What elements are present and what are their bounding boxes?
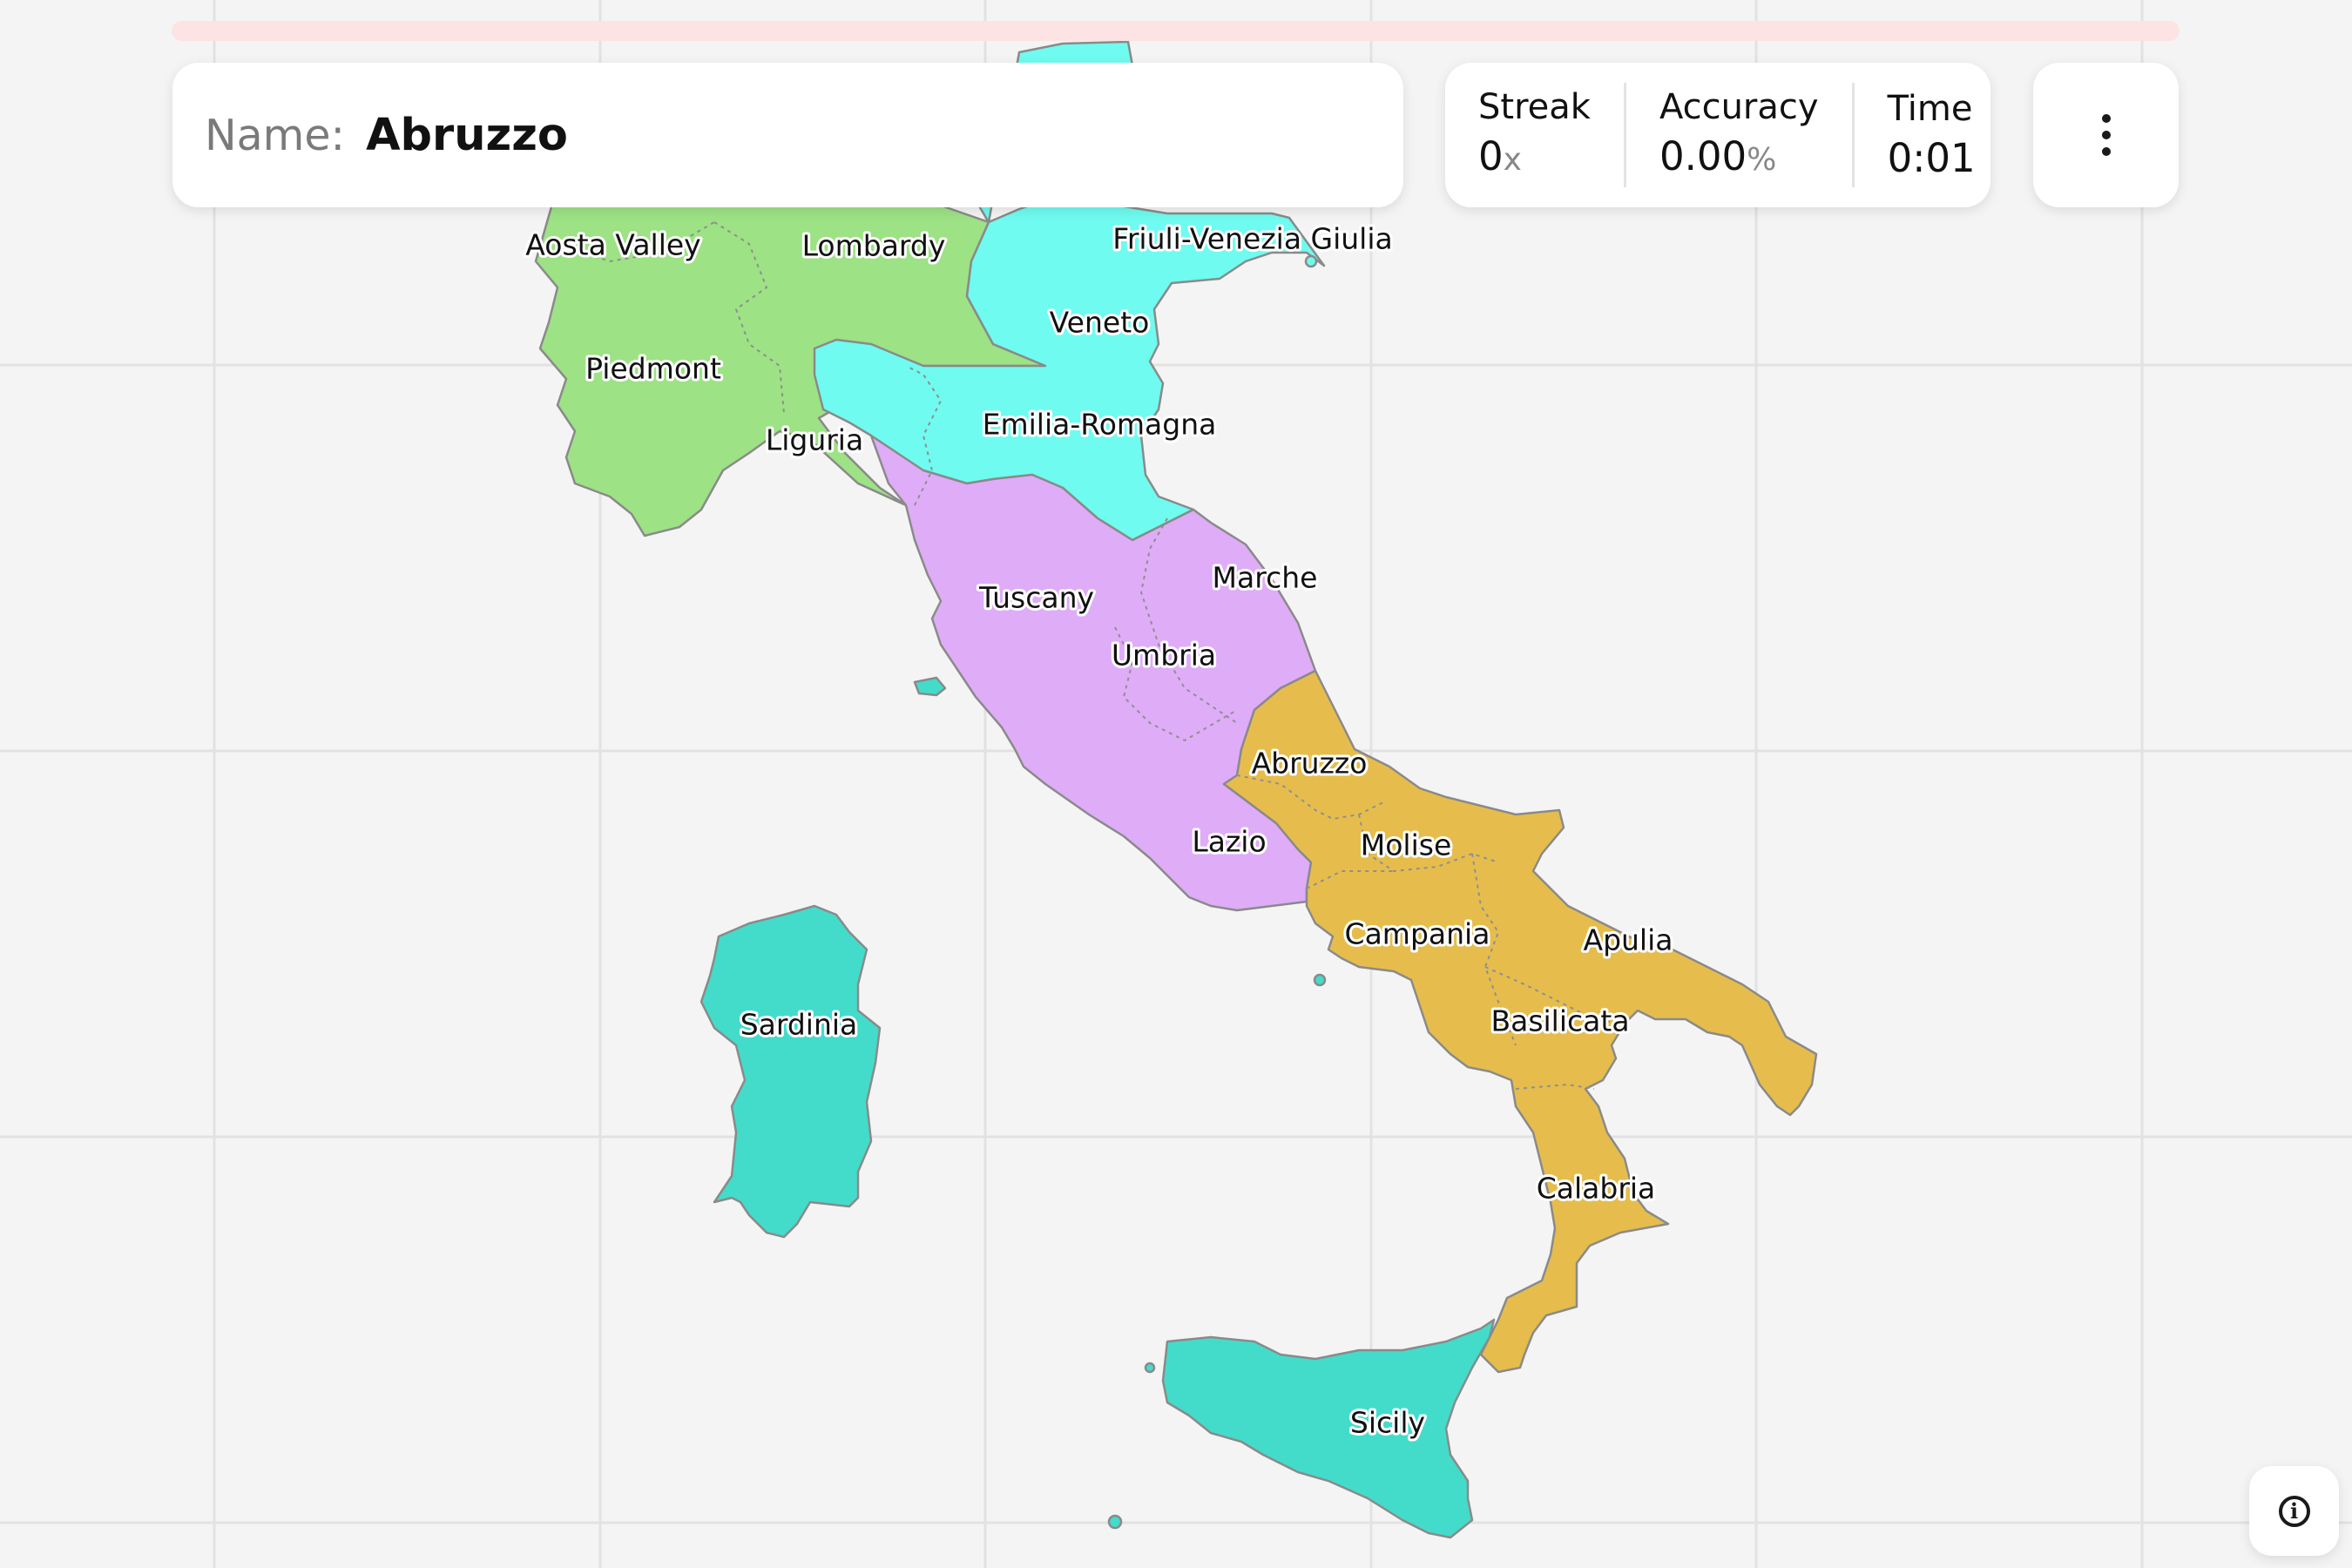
label-lombardy: Lombardy <box>802 229 946 263</box>
name-label: Name: <box>205 110 346 160</box>
label-molise: Molise <box>1361 828 1452 862</box>
label-sardinia: Sardinia <box>740 1008 858 1042</box>
info-icon: i <box>2278 1495 2310 1527</box>
label-campania: Campania <box>1345 917 1490 951</box>
label-basilicata: Basilicata <box>1490 1004 1629 1038</box>
accuracy-value: 0.00 <box>1659 133 1747 179</box>
label-lazio: Lazio <box>1192 825 1266 859</box>
label-liguria: Liguria <box>766 423 863 457</box>
accuracy-stat: Accuracy 0.00% <box>1623 83 1852 187</box>
accuracy-value-row: 0.00% <box>1659 132 1819 185</box>
info-button[interactable]: i <box>2249 1466 2339 1556</box>
menu-dot <box>2101 114 2111 123</box>
label-sicily: Sicily <box>1350 1406 1425 1440</box>
macro-region-sardinia[interactable] <box>700 904 882 1239</box>
label-abruzzo: Abruzzo <box>1252 747 1368 781</box>
time-value: 0:01 <box>1887 135 1976 181</box>
stats-card: Streak 0x Accuracy 0.00% Time 0:01 <box>1445 63 1990 207</box>
label-aosta-valley: Aosta Valley <box>525 228 700 262</box>
label-marche: Marche <box>1213 561 1318 595</box>
label-umbria: Umbria <box>1112 639 1216 672</box>
label-friuli-venezia-giulia: Friuli-Venezia Giulia <box>1112 222 1393 256</box>
more-vertical-icon <box>2101 114 2111 156</box>
label-tuscany: Tuscany <box>978 581 1094 615</box>
label-veneto: Veneto <box>1050 306 1150 340</box>
time-stat: Time 0:01 <box>1851 83 2009 187</box>
streak-value: 0 <box>1478 133 1504 179</box>
label-piedmont: Piedmont <box>585 352 721 386</box>
more-menu-button[interactable] <box>2033 63 2179 207</box>
streak-label: Streak <box>1478 87 1591 127</box>
menu-dot <box>2101 147 2111 156</box>
label-calabria: Calabria <box>1537 1172 1656 1206</box>
streak-value-row: 0x <box>1478 132 1591 185</box>
label-apulia: Apulia <box>1584 923 1673 957</box>
accuracy-label: Accuracy <box>1659 87 1819 127</box>
target-region-name: Abruzzo <box>366 109 568 161</box>
quiz-progress-bar <box>172 21 2180 41</box>
streak-unit: x <box>1503 142 1522 178</box>
macro-region-sicily[interactable] <box>1161 1318 1496 1539</box>
accuracy-unit: % <box>1747 142 1777 178</box>
italy-regions-map: Aosta Valley Lombardy Friuli-Venezia Giu… <box>0 0 2352 1568</box>
streak-stat: Streak 0x <box>1445 83 1624 187</box>
target-name-card: Name: Abruzzo <box>172 63 1403 207</box>
time-value-row: 0:01 <box>1888 134 1976 183</box>
menu-dot <box>2101 131 2111 139</box>
time-label: Time <box>1887 89 1973 129</box>
label-emilia-romagna: Emilia-Romagna <box>983 408 1217 442</box>
